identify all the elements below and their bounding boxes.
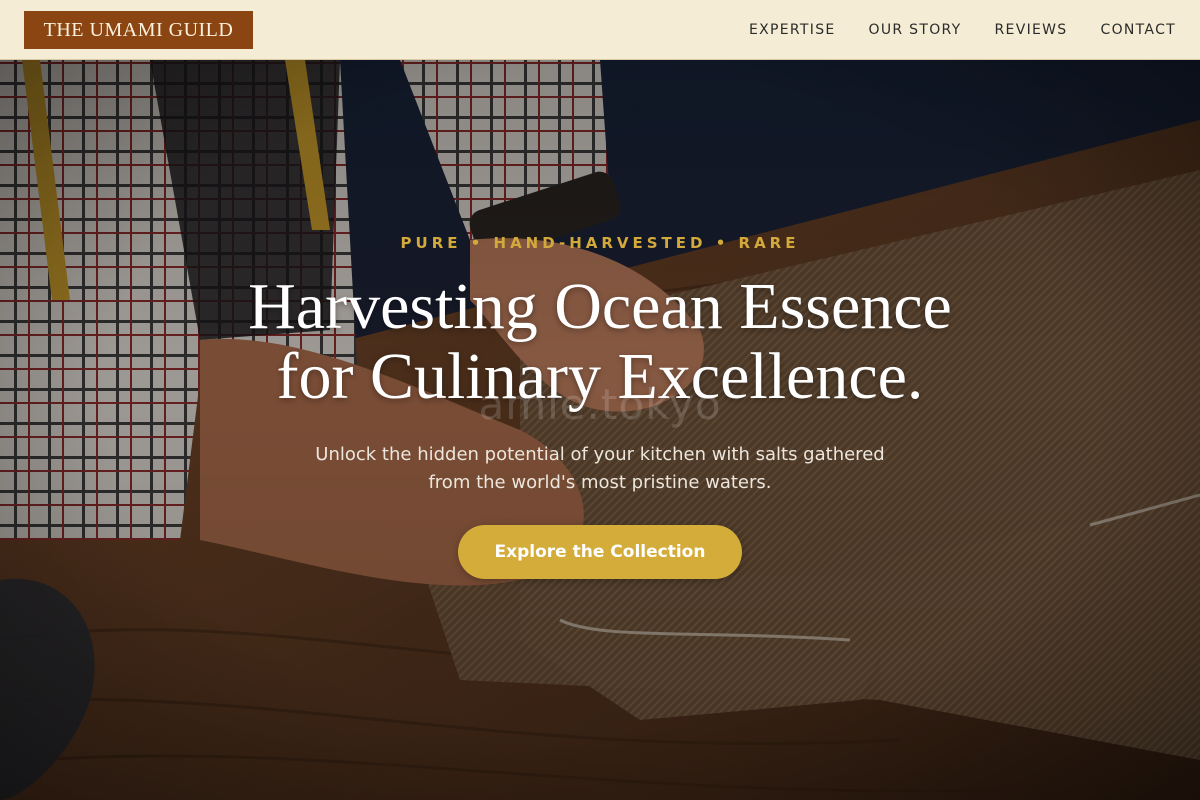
primary-nav: EXPERTISE OUR STORY REVIEWS CONTACT	[749, 0, 1176, 60]
hero-subtitle: Unlock the hidden potential of your kitc…	[270, 441, 930, 497]
hero-eyebrow: PURE • HAND-HARVESTED • RARE	[400, 234, 800, 252]
explore-collection-button[interactable]: Explore the Collection	[458, 525, 742, 579]
hero-subtitle-line-2: from the world's most pristine waters.	[428, 472, 772, 493]
nav-link-reviews[interactable]: REVIEWS	[995, 22, 1068, 38]
hero-headline: Harvesting Ocean Essence for Culinary Ex…	[150, 272, 1050, 412]
nav-link-our-story[interactable]: OUR STORY	[869, 22, 962, 38]
hero-headline-line-1: Harvesting Ocean Essence	[248, 270, 952, 343]
hero-subtitle-line-1: Unlock the hidden potential of your kitc…	[315, 444, 885, 465]
nav-link-expertise[interactable]: EXPERTISE	[749, 22, 836, 38]
nav-link-contact[interactable]: CONTACT	[1101, 22, 1177, 38]
site-logo[interactable]: THE UMAMI GUILD	[24, 11, 253, 49]
page: THE UMAMI GUILD EXPERTISE OUR STORY REVI…	[0, 0, 1200, 800]
hero-headline-line-2: for Culinary Excellence.	[276, 340, 924, 413]
hero-section: PURE • HAND-HARVESTED • RARE Harvesting …	[0, 0, 1200, 800]
navbar: THE UMAMI GUILD EXPERTISE OUR STORY REVI…	[0, 0, 1200, 60]
